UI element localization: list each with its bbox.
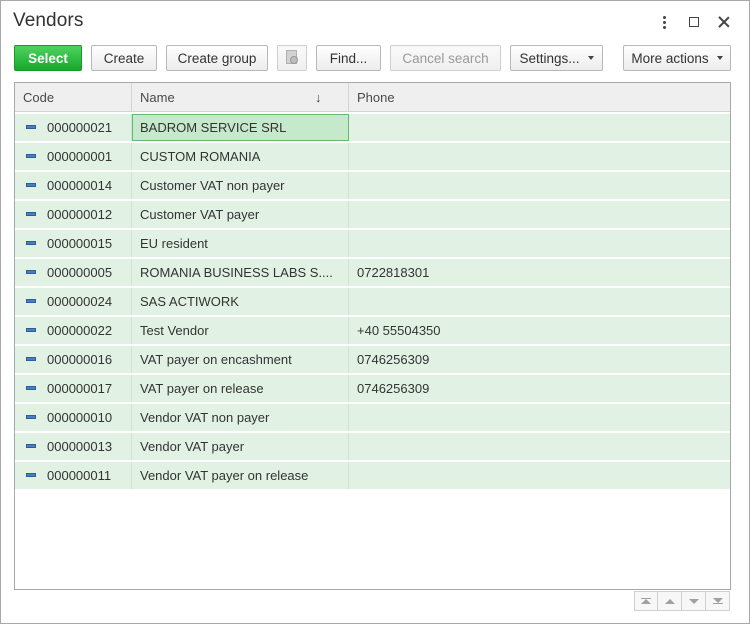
close-button[interactable] — [709, 12, 739, 32]
cell-phone[interactable]: 0722818301 — [349, 259, 730, 286]
table-row[interactable]: 000000021 BADROM SERVICE SRL — [15, 114, 730, 143]
table-row[interactable]: 000000014 Customer VAT non payer — [15, 172, 730, 201]
settings-button[interactable]: Settings... — [510, 45, 603, 71]
page-title: Vendors — [13, 10, 84, 31]
cancel-search-button[interactable]: Cancel search — [390, 45, 501, 71]
cell-name[interactable]: VAT payer on release — [132, 375, 349, 402]
arrow-up-icon — [641, 599, 651, 605]
cell-code[interactable]: 000000001 — [15, 143, 132, 170]
table-row[interactable]: 000000017 VAT payer on release 0746256309 — [15, 375, 730, 404]
table-row[interactable]: 000000010 Vendor VAT non payer — [15, 404, 730, 433]
table-row[interactable]: 000000013 Vendor VAT payer — [15, 433, 730, 462]
table-row[interactable]: 000000001 CUSTOM ROMANIA — [15, 143, 730, 172]
close-icon — [718, 16, 730, 28]
cell-phone[interactable] — [349, 230, 730, 257]
column-header-code[interactable]: Code — [15, 83, 132, 112]
cell-code[interactable]: 000000012 — [15, 201, 132, 228]
table-row[interactable]: 000000022 Test Vendor +40 55504350 — [15, 317, 730, 346]
cell-name[interactable]: Test Vendor — [132, 317, 349, 344]
cell-code[interactable]: 000000005 — [15, 259, 132, 286]
toolbar: Select Create Create group Find... Cance… — [14, 45, 731, 72]
cell-code[interactable]: 000000021 — [15, 114, 132, 141]
cell-name[interactable]: EU resident — [132, 230, 349, 257]
document-gear-icon — [285, 50, 299, 66]
cell-code[interactable]: 000000015 — [15, 230, 132, 257]
sort-descending-icon: ↓ — [315, 90, 322, 105]
document-settings-button[interactable] — [277, 45, 307, 71]
more-actions-label: More actions — [631, 50, 709, 66]
kebab-icon — [662, 15, 666, 29]
cell-phone[interactable] — [349, 172, 730, 199]
arrow-up-icon — [664, 598, 675, 604]
select-button[interactable]: Select — [14, 45, 82, 71]
table-row[interactable]: 000000011 Vendor VAT payer on release — [15, 462, 730, 491]
window-controls — [649, 12, 739, 32]
create-button[interactable]: Create — [91, 45, 157, 71]
column-header-name[interactable]: Name ↓ — [132, 83, 349, 112]
chevron-down-icon — [716, 56, 723, 60]
cell-name[interactable]: VAT payer on encashment — [132, 346, 349, 373]
more-actions-button[interactable]: More actions — [623, 45, 731, 71]
cell-phone[interactable] — [349, 143, 730, 170]
column-header-name-label: Name — [140, 90, 175, 105]
chevron-down-icon — [587, 56, 594, 60]
table-body: 000000021 BADROM SERVICE SRL 000000001 CUST… — [15, 114, 730, 491]
cell-phone[interactable] — [349, 114, 730, 141]
vendors-window: Vendors Select Create Create group Find.… — [0, 0, 750, 624]
maximize-button[interactable] — [679, 12, 709, 32]
cell-code[interactable]: 000000014 — [15, 172, 132, 199]
table-row[interactable]: 000000016 VAT payer on encashment 07462563… — [15, 346, 730, 375]
table-row[interactable]: 000000005 ROMANIA BUSINESS LABS S.... 0722… — [15, 259, 730, 288]
create-group-button[interactable]: Create group — [166, 45, 268, 71]
cell-name[interactable]: Vendor VAT payer — [132, 433, 349, 460]
vendors-table[interactable]: Code Name ↓ Phone 000000021 BADROM SERVIC… — [14, 82, 731, 590]
table-row[interactable]: 000000015 EU resident — [15, 230, 730, 259]
cell-code[interactable]: 000000016 — [15, 346, 132, 373]
cell-code[interactable]: 000000017 — [15, 375, 132, 402]
scroll-down-button[interactable] — [682, 591, 706, 611]
cell-phone[interactable]: +40 55504350 — [349, 317, 730, 344]
cell-phone[interactable] — [349, 462, 730, 489]
maximize-icon — [689, 17, 699, 27]
column-header-phone[interactable]: Phone — [349, 83, 730, 112]
cell-code[interactable]: 000000011 — [15, 462, 132, 489]
table-header: Code Name ↓ Phone — [15, 83, 730, 112]
cell-code[interactable]: 000000022 — [15, 317, 132, 344]
find-button[interactable]: Find... — [316, 45, 381, 71]
cell-phone[interactable] — [349, 288, 730, 315]
go-last-button[interactable] — [706, 591, 730, 611]
cell-name[interactable]: ROMANIA BUSINESS LABS S.... — [132, 259, 349, 286]
settings-label: Settings... — [519, 50, 580, 66]
table-row[interactable]: 000000012 Customer VAT payer — [15, 201, 730, 230]
cell-code[interactable]: 000000013 — [15, 433, 132, 460]
go-first-button[interactable] — [634, 591, 658, 611]
cell-name[interactable]: Customer VAT payer — [132, 201, 349, 228]
table-row[interactable]: 000000024 SAS ACTIWORK — [15, 288, 730, 317]
cell-phone[interactable] — [349, 404, 730, 431]
cell-phone[interactable]: 0746256309 — [349, 346, 730, 373]
last-bar-icon — [712, 602, 723, 605]
cell-name[interactable]: Vendor VAT non payer — [132, 404, 349, 431]
scroll-up-button[interactable] — [658, 591, 682, 611]
cell-code[interactable]: 000000010 — [15, 404, 132, 431]
cell-name[interactable]: SAS ACTIWORK — [132, 288, 349, 315]
cell-code[interactable]: 000000024 — [15, 288, 132, 315]
cell-phone[interactable]: 0746256309 — [349, 375, 730, 402]
cell-name[interactable]: Customer VAT non payer — [132, 172, 349, 199]
cell-phone[interactable] — [349, 433, 730, 460]
cell-phone[interactable] — [349, 201, 730, 228]
more-menu-button[interactable] — [649, 12, 679, 32]
arrow-down-icon — [688, 598, 699, 604]
cell-name[interactable]: CUSTOM ROMANIA — [132, 143, 349, 170]
table-navigation — [634, 591, 730, 611]
cell-name[interactable]: BADROM SERVICE SRL — [132, 114, 349, 141]
cell-name[interactable]: Vendor VAT payer on release — [132, 462, 349, 489]
